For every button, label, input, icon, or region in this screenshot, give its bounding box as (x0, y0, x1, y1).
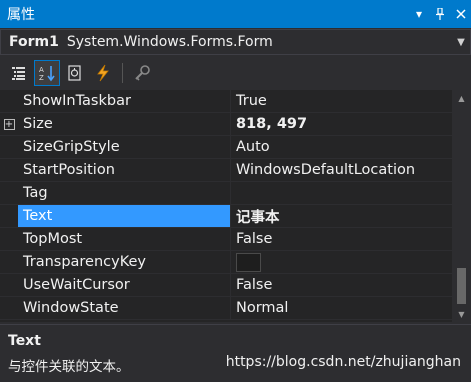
pin-icon[interactable] (430, 4, 450, 24)
property-name: UseWaitCursor (23, 277, 130, 293)
property-row[interactable]: SizeGripStyle Auto (0, 136, 452, 159)
object-selector[interactable]: Form1 System.Windows.Forms.Form ▼ (0, 29, 471, 55)
close-icon[interactable] (451, 4, 471, 24)
property-row[interactable]: TopMost False (0, 228, 452, 251)
scroll-down-icon[interactable]: ▼ (452, 306, 471, 322)
property-value[interactable]: Auto (230, 136, 452, 158)
object-name: Form1 (9, 34, 59, 50)
property-row-selected[interactable]: Text 记事本 (0, 205, 452, 228)
properties-title-bar: 属性 ▾ (0, 0, 471, 28)
property-value[interactable]: Normal (230, 297, 452, 319)
categorized-icon[interactable] (6, 60, 32, 86)
chevron-down-icon[interactable]: ▾ (409, 4, 429, 24)
events-icon[interactable] (90, 60, 116, 86)
property-name: Tag (23, 185, 48, 201)
property-name: Text (18, 205, 230, 227)
property-row[interactable]: Tag (0, 182, 452, 205)
property-row[interactable]: ShowInTaskbar True (0, 90, 452, 113)
property-name: TopMost (23, 231, 83, 247)
property-name: ShowInTaskbar (23, 93, 131, 109)
property-value[interactable]: True (230, 90, 452, 112)
chevron-down-icon[interactable]: ▼ (452, 37, 470, 48)
property-value[interactable]: 818, 497 (230, 113, 452, 135)
toolbar-separator (122, 63, 123, 83)
window-title: 属性 (7, 7, 35, 23)
property-value[interactable]: False (230, 274, 452, 296)
property-pages-icon[interactable] (129, 60, 155, 86)
color-swatch (236, 252, 261, 272)
svg-text:A: A (39, 66, 44, 74)
description-title: Text (8, 333, 41, 349)
property-row[interactable]: UseWaitCursor False (0, 274, 452, 297)
property-value[interactable]: 记事本 (230, 205, 452, 227)
description-panel: Text 与控件关联的文本。 (0, 324, 471, 382)
property-name: WindowState (23, 300, 119, 316)
properties-icon[interactable] (62, 60, 88, 86)
alphabetical-icon[interactable]: A Z (34, 60, 60, 86)
properties-toolbar: A Z (0, 57, 471, 89)
property-value[interactable] (230, 251, 452, 273)
watermark: https://blog.csdn.net/zhujianghan (225, 354, 461, 370)
property-grid: ShowInTaskbar True + Size 818, 497 SizeG… (0, 90, 452, 322)
property-name: Size (23, 116, 53, 132)
expand-icon[interactable]: + (3, 118, 15, 130)
property-row[interactable]: StartPosition WindowsDefaultLocation (0, 159, 452, 182)
property-name: TransparencyKey (23, 254, 147, 270)
scrollbar-thumb[interactable] (457, 268, 466, 304)
svg-text:Z: Z (39, 74, 44, 82)
property-row[interactable]: WindowState Normal (0, 297, 452, 320)
property-name: StartPosition (23, 162, 115, 178)
scroll-up-icon[interactable]: ▲ (452, 90, 471, 106)
object-type: System.Windows.Forms.Form (66, 34, 273, 50)
property-value[interactable] (230, 182, 452, 204)
property-value[interactable]: WindowsDefaultLocation (230, 159, 452, 181)
vertical-scrollbar[interactable]: ▲ ▼ (452, 90, 471, 322)
property-row[interactable]: + Size 818, 497 (0, 113, 452, 136)
property-row[interactable]: TransparencyKey (0, 251, 452, 274)
property-name: SizeGripStyle (23, 139, 120, 155)
property-value[interactable]: False (230, 228, 452, 250)
